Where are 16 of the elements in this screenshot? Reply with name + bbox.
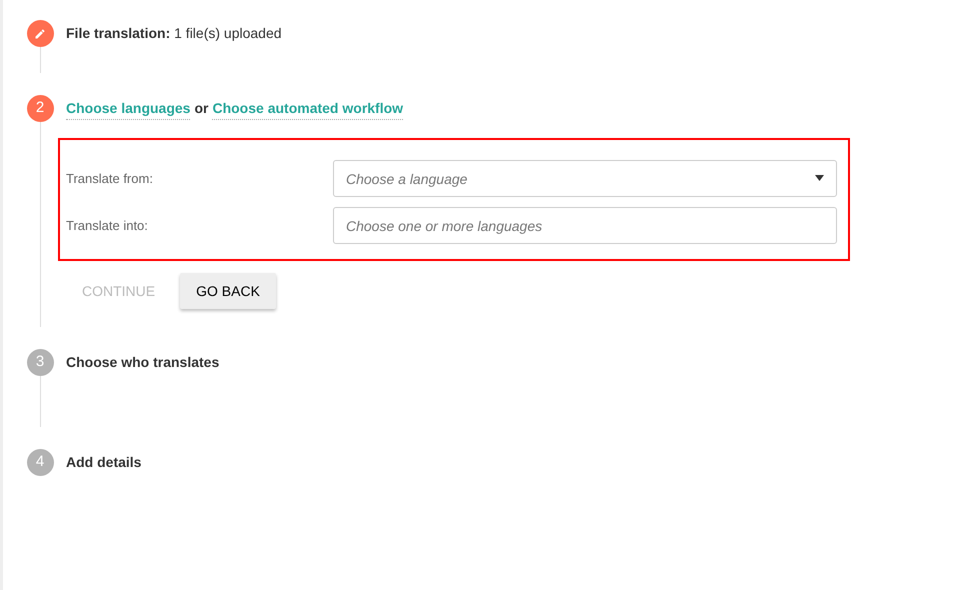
pencil-icon — [34, 28, 46, 40]
step-title: File translation: 1 file(s) uploaded — [66, 24, 282, 43]
step-title: Choose who translates — [66, 353, 220, 372]
choose-languages-link[interactable]: Choose languages — [66, 98, 190, 120]
or-text: or — [194, 99, 208, 118]
language-select[interactable]: Choose a language — [333, 160, 837, 197]
step-number: 2 — [26, 95, 54, 122]
choose-workflow-link[interactable]: Choose automated workflow — [212, 98, 404, 120]
field-label: Translate from: — [66, 170, 154, 188]
step-number: 3 — [26, 349, 54, 376]
step-number: 4 — [26, 449, 54, 476]
field-label: Translate into: — [66, 216, 149, 235]
caret-icon — [815, 175, 824, 181]
go-back-button[interactable]: GO BACK — [180, 273, 276, 309]
step-title: Add details — [66, 453, 142, 472]
language-field[interactable]: Choose one or more languages — [333, 207, 837, 244]
